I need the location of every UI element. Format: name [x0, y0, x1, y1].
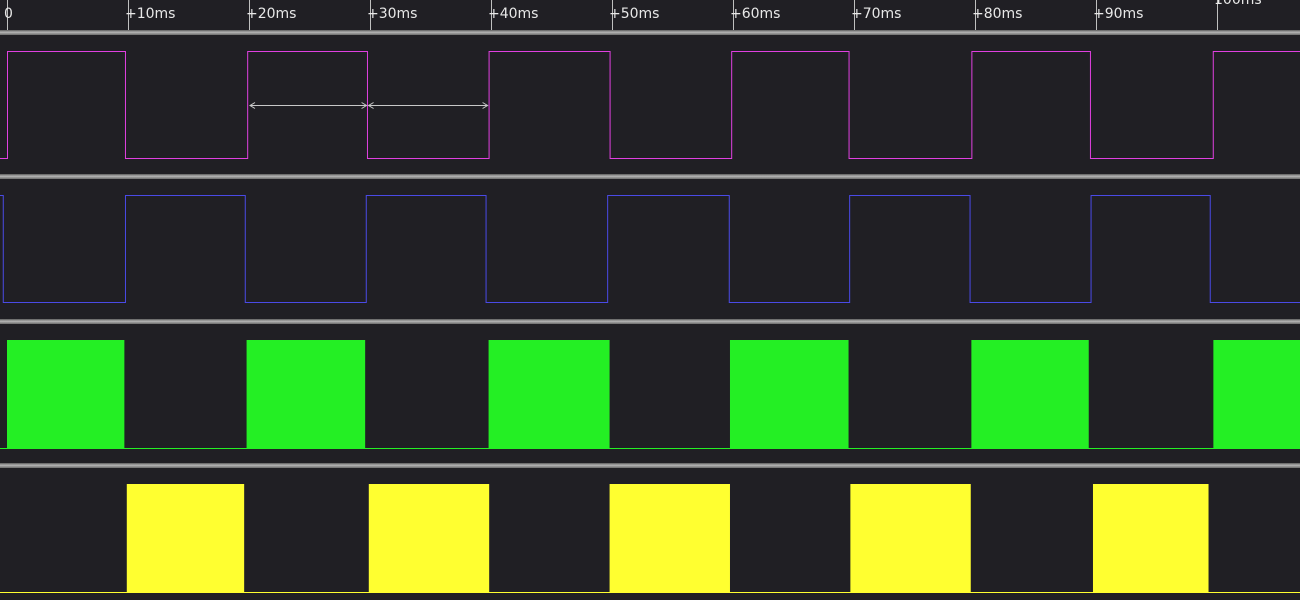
waveform-viewer[interactable]: 0 +10ms +20ms +30ms +40ms +50ms +60ms +70ms +80m… [0, 0, 1300, 600]
waveform-pulse [729, 340, 849, 449]
ruler-tick-label: +80ms [972, 6, 1023, 22]
ruler-tick-label: +30ms [367, 6, 418, 22]
ruler-tick-label: 0 [4, 6, 13, 22]
waveform-pulse [1092, 484, 1209, 593]
waveform-pulse [246, 340, 366, 449]
trace-channel-1[interactable] [0, 37, 1300, 173]
ruler-tick-label: 100ms [1214, 0, 1262, 8]
waveform-channel-1 [0, 51, 1300, 159]
waveform-pulse [126, 484, 245, 593]
waveform-channel-3 [0, 340, 1300, 449]
waveform-trace-line [0, 51, 1300, 159]
trace-channel-3[interactable] [0, 326, 1300, 462]
trace-channel-4[interactable] [0, 470, 1300, 600]
ruler-tick-label: +50ms [609, 6, 660, 22]
ruler-tick-label: +10ms [125, 6, 176, 22]
ruler-tick-label: +70ms [851, 6, 902, 22]
trace-channel-2[interactable] [0, 181, 1300, 317]
channel-separator[interactable] [0, 174, 1300, 179]
ruler-tick-label: +40ms [488, 6, 539, 22]
ruler-tick-label: +60ms [730, 6, 781, 22]
waveform-pulse [850, 484, 971, 593]
waveform-pulse [609, 484, 730, 593]
channel-separator[interactable] [0, 30, 1300, 35]
waveform-pulse [488, 340, 610, 449]
ruler-tick-label: +20ms [246, 6, 297, 22]
waveform-pulse [368, 484, 490, 593]
waveform-trace-line [0, 195, 1300, 303]
channel-separator[interactable] [0, 319, 1300, 324]
waveform-pulse [7, 340, 125, 449]
ruler-tick-label: +90ms [1093, 6, 1144, 22]
waveform-pulse [1213, 340, 1300, 449]
waveform-channel-2 [0, 195, 1300, 303]
waveform-channel-4 [0, 484, 1300, 593]
channel-separator[interactable] [0, 463, 1300, 468]
waveform-pulse [971, 340, 1089, 449]
time-ruler[interactable]: 0 +10ms +20ms +30ms +40ms +50ms +60ms +70ms +80m… [0, 0, 1300, 32]
